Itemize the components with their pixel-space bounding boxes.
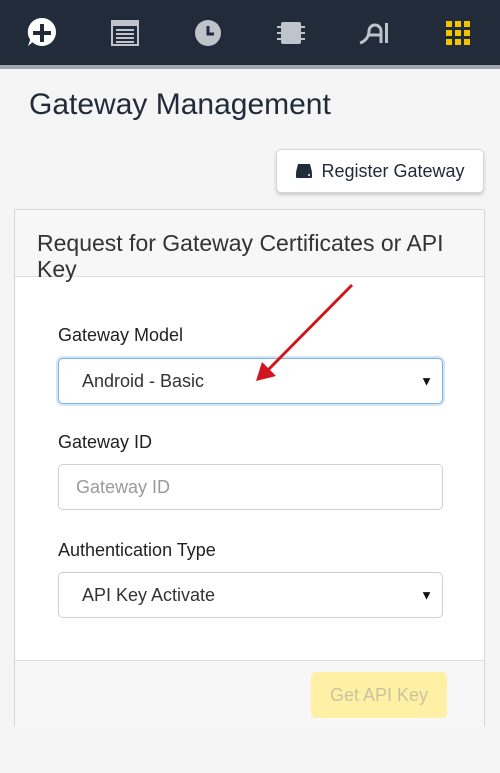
plus-bubble-icon — [27, 17, 56, 46]
gateway-model-value: Android - Basic — [82, 370, 205, 391]
register-gateway-button[interactable]: Register Gateway — [276, 149, 484, 193]
grid-icon — [445, 20, 470, 45]
card-header: Request for Gateway Certificates or API … — [15, 210, 484, 282]
page-title: Gateway Management — [29, 88, 331, 121]
get-api-key-button[interactable]: Get API Key — [311, 672, 447, 718]
card-footer: Get API Key — [15, 660, 484, 727]
chip-icon — [276, 21, 305, 44]
auth-type-label: Authentication Type — [58, 540, 216, 560]
nav-add[interactable] — [0, 0, 83, 65]
nav-list[interactable] — [83, 0, 166, 65]
auth-type-value: API Key Activate — [82, 584, 216, 605]
gateway-model-select[interactable]: Android - Basic ▼ — [58, 358, 443, 404]
dropdown-caret-icon: ▼ — [420, 587, 433, 603]
gateway-id-label: Gateway ID — [58, 432, 153, 452]
nav-ai[interactable] — [332, 0, 415, 65]
gateway-id-placeholder: Gateway ID — [76, 476, 171, 497]
server-icon — [296, 164, 313, 178]
clock-icon — [194, 19, 221, 46]
nav-chip[interactable] — [249, 0, 332, 65]
ai-icon — [358, 22, 388, 44]
nav-history[interactable] — [166, 0, 249, 65]
top-nav-bar — [0, 0, 500, 69]
card-title: Request for Gateway Certificates or API … — [37, 230, 444, 282]
gateway-id-input[interactable]: Gateway ID — [58, 464, 443, 510]
nav-apps[interactable] — [416, 0, 499, 69]
dropdown-caret-icon: ▼ — [420, 373, 433, 389]
auth-type-select[interactable]: API Key Activate ▼ — [58, 572, 443, 618]
gateway-model-label: Gateway Model — [58, 325, 184, 345]
request-card: Request for Gateway Certificates or API … — [14, 209, 485, 727]
nav-divider — [0, 65, 500, 69]
register-gateway-label: Register Gateway — [321, 160, 465, 181]
list-icon — [110, 19, 139, 46]
